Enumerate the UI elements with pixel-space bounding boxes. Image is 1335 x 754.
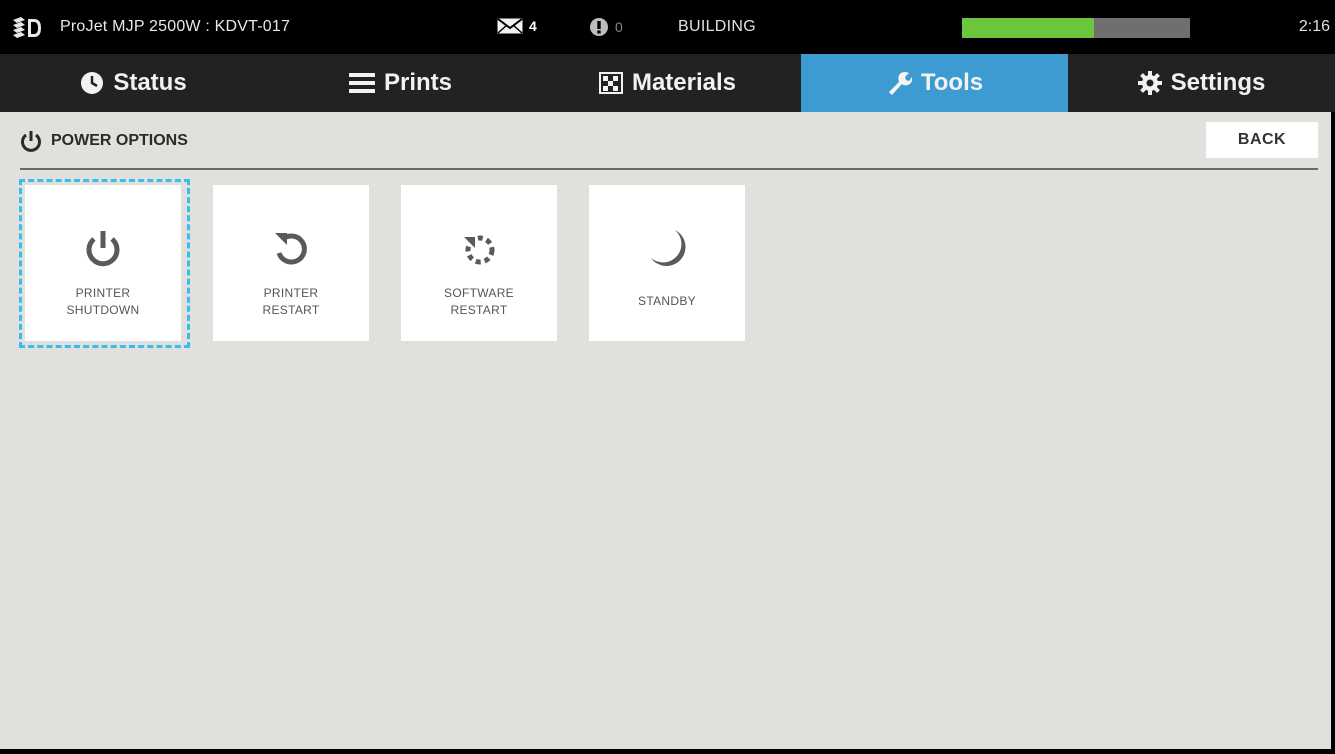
tab-prints-label: Prints [383,69,452,96]
alerts-indicator[interactable]: 0 [589,17,623,37]
power-icon [86,231,120,267]
back-button[interactable]: BACK [1206,122,1318,158]
tab-materials[interactable]: Materials [534,54,801,112]
software-restart-icon [464,235,495,265]
tab-tools[interactable]: Tools [801,54,1068,112]
build-progress-fill [962,18,1095,38]
messages-indicator[interactable]: 4 [497,18,537,34]
tab-status[interactable]: Status [0,54,267,112]
screen-bezel-bottom [0,749,1335,754]
printer-restart-label: PRINTER RESTART [262,286,320,317]
gear-icon [1137,71,1162,95]
tab-tools-label: Tools [920,69,984,96]
build-progress-bar [962,18,1190,38]
printer-name: ProJet MJP 2500W : KDVT-017 [60,18,291,35]
tab-prints[interactable]: Prints [267,54,534,112]
tab-status-label: Status [113,69,187,96]
standby-button[interactable]: STANDBY [589,185,745,341]
alert-icon [590,18,608,36]
header-divider [20,168,1318,170]
main-nav: Status Prints Materials Tools Settings [0,54,1335,112]
page-title: POWER OPTIONS [20,130,188,152]
software-restart-button[interactable]: SOFTWARE RESTART [401,185,557,341]
screen-bezel-right [1331,112,1335,754]
materials-grid-icon [598,72,623,94]
list-icon [348,73,375,93]
restart-icon [275,233,307,265]
printer-shutdown-label: PRINTER SHUTDOWN [66,286,140,317]
alerts-count: 0 [615,19,623,35]
tab-settings-label: Settings [1170,69,1266,96]
top-status-bar: ProJet MJP 2500W : KDVT-017 4 0 BUILDING… [0,0,1335,54]
tab-settings[interactable]: Settings [1068,54,1335,112]
tools-content-panel: POWER OPTIONS BACK PRINTER SHUTDOWN PRIN… [0,112,1331,749]
envelope-icon [497,18,523,34]
moon-icon [651,230,686,266]
printer-restart-button[interactable]: PRINTER RESTART [213,185,369,341]
messages-count: 4 [529,18,537,34]
printer-shutdown-button[interactable]: PRINTER SHUTDOWN [25,185,181,341]
software-restart-label: SOFTWARE RESTART [444,286,514,317]
clock: 2:16 [1298,18,1330,35]
wrench-icon [888,72,912,95]
printer-state: BUILDING [678,18,756,35]
clock-icon [81,72,104,94]
power-icon [21,131,41,152]
standby-label: STANDBY [638,294,696,308]
3d-systems-logo-icon [13,17,41,38]
tab-materials-label: Materials [631,69,737,96]
page-title-text: POWER OPTIONS [51,132,188,149]
